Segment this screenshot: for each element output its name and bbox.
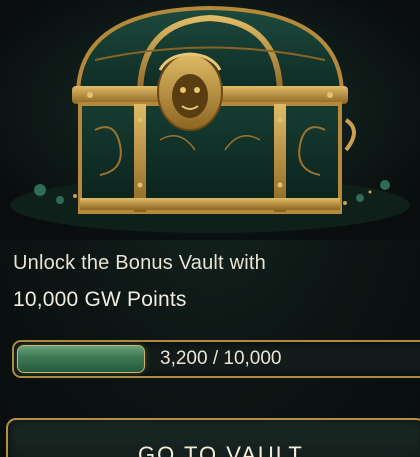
points-progress-fill bbox=[17, 345, 145, 373]
go-to-vault-button[interactable]: GO TO VAULT bbox=[6, 418, 420, 457]
vault-headline-points: 10,000 GW Points bbox=[13, 288, 187, 311]
vault-headline-line1: Unlock the Bonus Vault with bbox=[13, 252, 266, 274]
points-progress-text: 3,200 / 10,000 bbox=[160, 348, 282, 369]
bonus-vault-screen: Unlock the Bonus Vault with 10,000 GW Po… bbox=[0, 0, 420, 457]
treasure-chest-illustration bbox=[0, 0, 420, 240]
go-to-vault-button-label: GO TO VAULT bbox=[138, 442, 304, 457]
